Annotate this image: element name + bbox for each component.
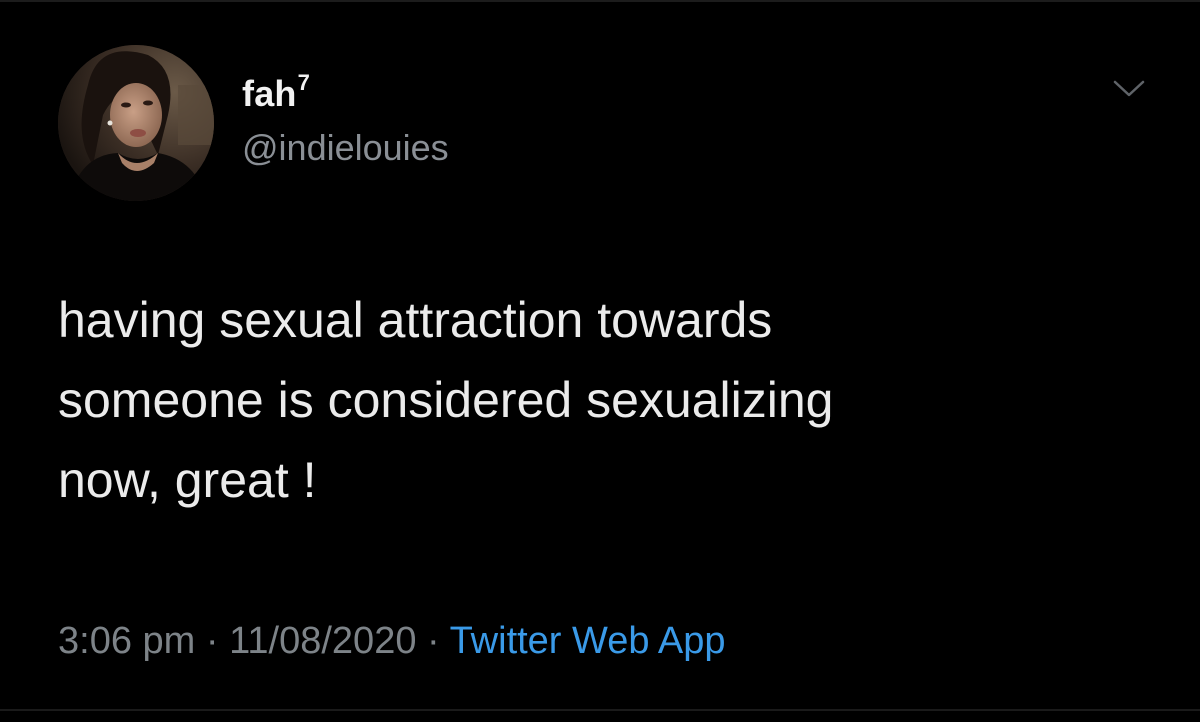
chevron-down-icon (1113, 80, 1145, 97)
tweet-menu-button[interactable] (1112, 78, 1146, 100)
display-name[interactable]: fah7 (242, 72, 310, 114)
tweet-date[interactable]: 11/08/2020 (229, 620, 416, 662)
tweet-text: having sexual attraction towards someone… (58, 280, 1138, 520)
profile-photo-icon (58, 45, 214, 201)
tweet-text-line: having sexual attraction towards (58, 292, 773, 348)
meta-separator: · (416, 620, 450, 662)
bottom-divider (0, 709, 1200, 711)
user-handle[interactable]: @indielouies (242, 130, 449, 166)
tweet-text-line: someone is considered sexualizing (58, 372, 834, 428)
display-name-suffix: 7 (297, 70, 311, 95)
tweet-text-line: now, great ! (58, 452, 317, 508)
tweet-source-link[interactable]: Twitter Web App (450, 620, 726, 662)
meta-separator: · (195, 620, 230, 662)
tweet-metadata: 3:06 pm · 11/08/2020 · Twitter Web App (58, 616, 726, 666)
avatar[interactable] (58, 45, 214, 201)
tweet-time[interactable]: 3:06 pm (58, 620, 195, 662)
top-divider (0, 0, 1200, 2)
display-name-text: fah (242, 73, 297, 114)
